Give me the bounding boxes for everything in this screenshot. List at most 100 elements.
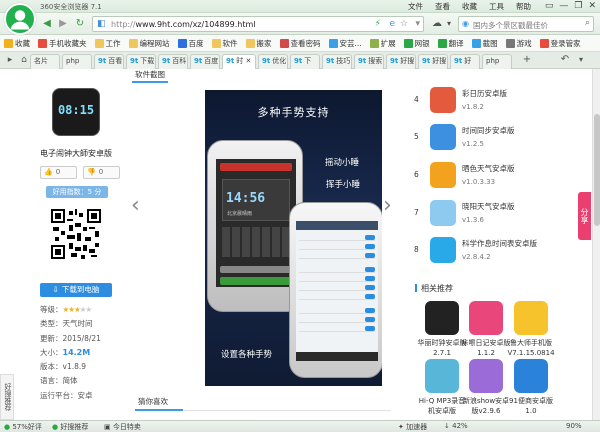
- bookmark-item[interactable]: 查看密码: [279, 38, 321, 49]
- dropdown-icon[interactable]: ▾: [415, 19, 420, 29]
- gallery-prev-arrow-icon[interactable]: ‹: [131, 193, 140, 218]
- tab[interactable]: 9t 搜索: [354, 54, 384, 69]
- new-tab-icon[interactable]: +: [520, 53, 534, 67]
- refresh-icon[interactable]: ↻: [73, 17, 87, 31]
- search-box[interactable]: ◉ 国内多个景区戳最佳价 ⌕: [458, 16, 594, 32]
- status-deals[interactable]: ▣ 今日特卖: [104, 422, 141, 432]
- app-icon: [469, 301, 503, 335]
- dislike-button[interactable]: 👎 0: [83, 166, 120, 179]
- tab[interactable]: 9t 下载: [126, 54, 156, 69]
- related-item[interactable]: 91便商安卓版1.0: [505, 359, 557, 416]
- status-accelerator[interactable]: ✦ 加速器: [398, 422, 427, 432]
- close-icon[interactable]: ✕: [588, 0, 596, 12]
- search-engine-icon[interactable]: ◉: [462, 19, 469, 28]
- rank-item[interactable]: 5 时间同步安卓版 v1.2.5: [414, 122, 574, 158]
- bookmark-item[interactable]: 安芸...: [328, 38, 362, 49]
- back-icon[interactable]: ◀: [40, 17, 54, 31]
- bookmark-item[interactable]: 软件: [211, 38, 238, 49]
- rank-item[interactable]: 4 彩日历安卓版 v1.8.2: [414, 85, 574, 121]
- tab[interactable]: 9t 百科: [158, 54, 188, 69]
- status-download[interactable]: ↓ 42%: [444, 422, 468, 430]
- bank-menu[interactable]: 网银: [403, 38, 430, 49]
- rank-item[interactable]: 6 晒色天气安卓版 v1.0.3.33: [414, 160, 574, 196]
- tab[interactable]: 9t 好搜: [386, 54, 416, 69]
- rank-item[interactable]: 8 科学作息时间表安卓版 v2.8.4.2: [414, 235, 574, 271]
- forward-icon[interactable]: ▶: [56, 17, 70, 31]
- tab[interactable]: 9t 优化: [258, 54, 288, 69]
- tab[interactable]: 9t 好搜: [418, 54, 448, 69]
- share-button[interactable]: 分享: [578, 192, 591, 240]
- status-recommend[interactable]: ● 好搜推荐: [52, 422, 88, 432]
- home-icon[interactable]: ⌂: [17, 53, 31, 67]
- menu-tools[interactable]: 工具: [489, 1, 504, 12]
- rank-item-partial[interactable]: [414, 69, 574, 75]
- guess-you-like-heading[interactable]: 猜你喜欢: [138, 396, 168, 407]
- app-icon-clock: 08:15: [57, 103, 95, 117]
- widget-time: 14:56: [226, 191, 266, 206]
- tab-menu-icon[interactable]: ▾: [574, 53, 588, 67]
- bookmark-item[interactable]: 工作: [94, 38, 121, 49]
- user-avatar-icon[interactable]: [4, 3, 36, 35]
- undo-icon[interactable]: ↶: [558, 53, 572, 67]
- related-item[interactable]: 鲁大师手机版V7.1.15.0814: [505, 301, 557, 358]
- bookmark-item[interactable]: 百度: [177, 38, 204, 49]
- thumbs-up-icon: 👍: [44, 168, 53, 176]
- extensions-menu[interactable]: 扩展: [369, 38, 396, 49]
- globe-icon: [328, 38, 338, 48]
- bookmark-item[interactable]: 手机收藏夹: [38, 38, 87, 49]
- screenshot-menu[interactable]: 截图: [471, 38, 498, 49]
- menu-file[interactable]: 文件: [408, 1, 423, 12]
- bookmark-favorites[interactable]: 收藏: [4, 38, 30, 49]
- address-bar[interactable]: ◧ http://www.9ht.com/xz/104899.html ⚡ e …: [92, 16, 424, 32]
- status-rating[interactable]: ● 57%好评: [4, 422, 42, 432]
- screenshots-tab[interactable]: 软件截图: [132, 69, 168, 83]
- rating-pill: 好用指数：5 分: [46, 186, 108, 198]
- tab[interactable]: 9t 下: [290, 54, 320, 69]
- translate-menu[interactable]: 翻译: [437, 38, 464, 49]
- compact-icon[interactable]: ▭: [545, 0, 554, 12]
- tab-active[interactable]: 9t 时 ✕: [222, 54, 256, 70]
- like-button[interactable]: 👍 0: [40, 166, 77, 179]
- bookmark-item[interactable]: 编程网站: [128, 38, 170, 49]
- speed-icon[interactable]: ⚡: [375, 19, 381, 29]
- thumbs-down-icon: 👎: [87, 168, 96, 176]
- tab-list-icon[interactable]: ▸: [3, 53, 17, 67]
- tab[interactable]: 名片: [30, 54, 60, 69]
- download-to-pc-button[interactable]: ⇩ 下载到电脑: [40, 283, 112, 297]
- tab[interactable]: php: [482, 54, 512, 69]
- scrollbar-thumb[interactable]: [594, 114, 600, 226]
- ie-icon[interactable]: e: [389, 19, 395, 29]
- haosou-recommend-tab[interactable]: 好搜推荐: [0, 374, 14, 420]
- bookmarks-bar: 收藏 手机收藏夹 工作 编程网站 百度 软件 搬家 查看密码 安芸... 扩展 …: [0, 35, 600, 52]
- menu-help[interactable]: 帮助: [516, 1, 531, 12]
- tab[interactable]: 9t 技巧: [322, 54, 352, 69]
- games-menu[interactable]: 游戏: [505, 38, 532, 49]
- minimize-icon[interactable]: —: [559, 0, 568, 12]
- chevron-down-icon[interactable]: ▾: [442, 17, 456, 31]
- favorite-star-icon[interactable]: ☆: [400, 19, 408, 29]
- login-manager[interactable]: 登录管家: [539, 38, 581, 49]
- folder-icon: [211, 38, 221, 48]
- gallery-next-arrow-icon[interactable]: ›: [383, 193, 392, 218]
- tab[interactable]: 9t 百看: [94, 54, 124, 69]
- vertical-scrollbar[interactable]: [592, 69, 600, 420]
- menu-favorites[interactable]: 收藏: [462, 1, 477, 12]
- related-heading: 相关推荐: [415, 283, 453, 294]
- search-input[interactable]: 国内多个景区戳最佳价: [473, 20, 548, 31]
- maximize-icon[interactable]: ❐: [574, 0, 582, 12]
- bookmark-item[interactable]: 搬家: [245, 38, 272, 49]
- download-icon: ⇩: [52, 285, 59, 294]
- app-icon: [514, 301, 548, 335]
- rank-item[interactable]: 7 晓阳天气安卓版 v1.3.6: [414, 198, 574, 234]
- url-text[interactable]: http://www.9ht.com/xz/104899.html: [111, 20, 256, 29]
- search-icon[interactable]: ⌕: [585, 18, 590, 28]
- tab[interactable]: 9t 好: [450, 54, 480, 69]
- tab[interactable]: php: [62, 54, 92, 69]
- gift-icon: ▣: [104, 423, 111, 431]
- zoom-level[interactable]: 90%: [566, 422, 582, 430]
- tab[interactable]: 9t 百度: [190, 54, 220, 69]
- folder-icon: [38, 38, 47, 48]
- scissors-icon: [471, 38, 481, 48]
- app-icon: [430, 87, 456, 113]
- menu-view[interactable]: 查看: [435, 1, 450, 12]
